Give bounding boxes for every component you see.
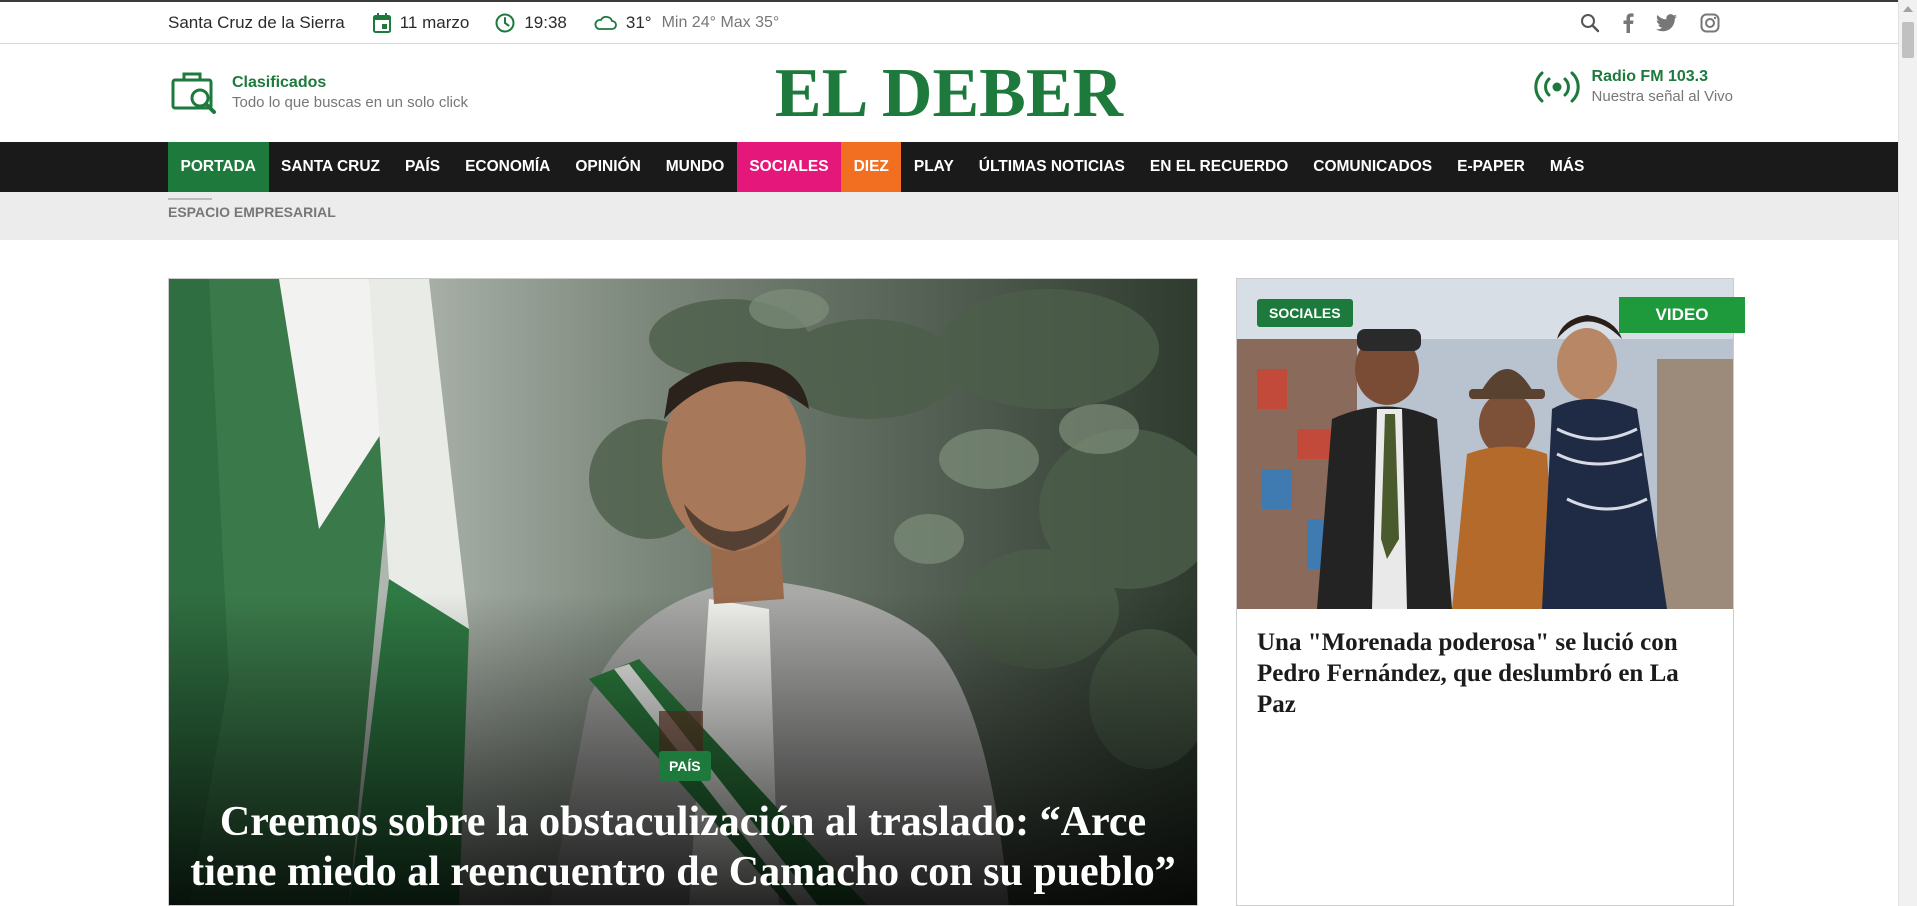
nav-item-mas[interactable]: MÁS (1537, 142, 1596, 192)
calendar-icon (372, 13, 391, 33)
video-label[interactable]: VIDEO (1619, 297, 1745, 333)
radio-broadcast-icon (1533, 71, 1580, 102)
section-badge-sociales[interactable]: SOCIALES (1257, 299, 1353, 327)
top-bar: Santa Cruz de la Sierra 11 marzo 19:38 3… (0, 0, 1898, 44)
radio-title: Radio FM 103.3 (1591, 68, 1709, 85)
time-text: 19:38 (524, 13, 567, 32)
site-header: Clasificados Todo lo que buscas en un so… (0, 44, 1898, 142)
subnav-item-espacio-empresarial[interactable]: ESPACIO EMPRESARIAL (168, 204, 336, 220)
nav-item-sociales[interactable]: SOCIALES (736, 142, 842, 192)
weather-display: 31° (593, 13, 652, 33)
hero-headline[interactable]: Creemos sobre la obstaculización al tras… (179, 797, 1187, 897)
clock-icon (495, 13, 515, 33)
nav-item-en-el-recuerdo[interactable]: EN EL RECUERDO (1137, 142, 1300, 192)
side-headline[interactable]: Una "Morenada poderosa" se lució con Ped… (1257, 627, 1717, 720)
date-display: 11 marzo (372, 13, 470, 33)
time-display: 19:38 (495, 13, 567, 33)
min-max-temperature: Min 24° Max 35° (661, 14, 780, 31)
scrollbar-thumb[interactable] (1902, 22, 1914, 58)
nav-item-santa-cruz[interactable]: SANTA CRUZ (269, 142, 393, 192)
radio-subtitle: Nuestra señal al Vivo (1591, 88, 1733, 105)
section-badge[interactable]: PAÍS (659, 751, 711, 781)
side-article[interactable]: SOCIALES VIDEO Una "Morenada poderosa" s… (1236, 278, 1745, 906)
hero-article[interactable]: PAÍS Creemos sobre la obstaculización al… (168, 278, 1198, 906)
radio-link[interactable]: Radio FM 103.3 Nuestra señal al Vivo (1533, 68, 1733, 105)
nav-item-opinion[interactable]: OPINIÓN (563, 142, 653, 192)
date-text: 11 marzo (399, 13, 470, 32)
twitter-icon[interactable] (1656, 14, 1678, 32)
nav-item-economia[interactable]: ECONOMÍA (453, 142, 563, 192)
nav-item-mundo[interactable]: MUNDO (653, 142, 737, 192)
facebook-icon[interactable] (1622, 13, 1634, 33)
cloud-icon (594, 15, 617, 30)
sub-nav: ESPACIO EMPRESARIAL (0, 192, 1898, 240)
scroll-up-arrow-icon[interactable] (1903, 6, 1913, 12)
nav-item-ultimas-noticias[interactable]: ÚLTIMAS NOTICIAS (966, 142, 1137, 192)
search-icon[interactable] (1580, 13, 1600, 33)
nav-item-comunicados[interactable]: COMUNICADOS (1301, 142, 1445, 192)
nav-item-pais[interactable]: PAÍS (393, 142, 453, 192)
city-label: Santa Cruz de la Sierra (168, 13, 345, 32)
nav-item-portada[interactable]: PORTADA (168, 142, 269, 192)
subnav-divider (168, 198, 212, 200)
nav-item-play[interactable]: PLAY (901, 142, 966, 192)
main-nav: PORTADA SANTA CRUZ PAÍS ECONOMÍA OPINIÓN… (0, 142, 1898, 192)
instagram-icon[interactable] (1700, 13, 1720, 33)
nav-item-diez[interactable]: DIEZ (841, 142, 902, 192)
nav-item-e-paper[interactable]: E-PAPER (1445, 142, 1538, 192)
temperature-text: 31° (625, 13, 652, 32)
page-scrollbar[interactable] (1898, 0, 1917, 906)
